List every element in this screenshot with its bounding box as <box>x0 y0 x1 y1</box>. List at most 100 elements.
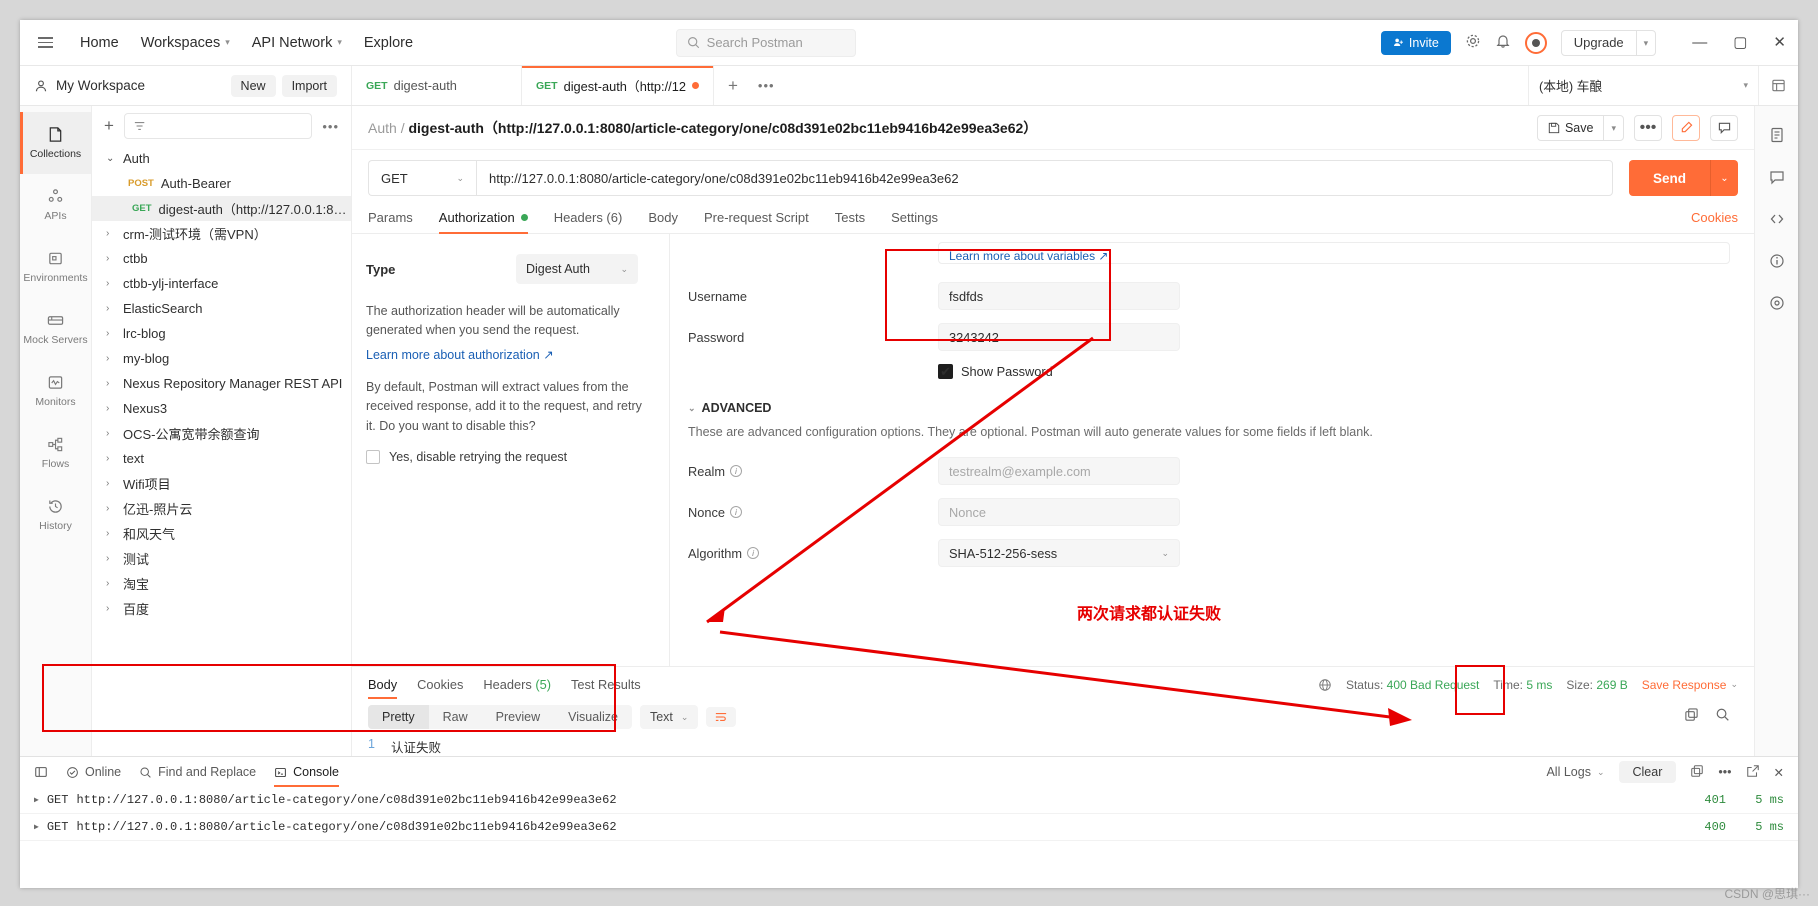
edit-pencil-icon[interactable] <box>1672 114 1700 141</box>
username-input[interactable]: fsdfds <box>938 282 1180 310</box>
format-pretty-button[interactable]: Pretty <box>368 705 429 729</box>
sidebar-item-flows[interactable]: Flows <box>20 422 91 484</box>
disable-retry-checkbox[interactable] <box>366 449 380 464</box>
tree-row-my-blog[interactable]: › my-blog <box>92 346 351 371</box>
tree-row-baidu[interactable]: › 百度 <box>92 596 351 621</box>
save-button[interactable]: Save <box>1538 121 1604 135</box>
tab-authorization[interactable]: Authorization <box>438 210 528 234</box>
sidebar-item-collections[interactable]: Collections <box>20 112 91 174</box>
new-tab-button[interactable]: + <box>714 66 752 105</box>
tree-row-digest-auth[interactable]: GET digest-auth（http://127.0.0.1:80... <box>92 196 351 221</box>
show-password-row[interactable]: ✔ Show Password <box>938 364 1730 379</box>
workspace-selector[interactable]: My Workspace New Import <box>20 66 352 105</box>
maximize-icon[interactable]: ▢ <box>1733 35 1747 50</box>
learn-more-authorization-link[interactable]: Learn more about authorization ↗ <box>366 347 554 362</box>
info-circle-icon[interactable] <box>1755 240 1798 282</box>
tree-row-hefeng[interactable]: › 和风天气 <box>92 521 351 546</box>
tab-tests[interactable]: Tests <box>835 210 865 233</box>
tab-headers[interactable]: Headers (6) <box>554 210 623 233</box>
tree-row-taobao[interactable]: › 淘宝 <box>92 571 351 596</box>
menu-item-workspaces[interactable]: Workspaces ▾ <box>141 35 230 51</box>
save-chevron-down-icon[interactable]: ▾ <box>1603 115 1623 140</box>
copy-icon[interactable] <box>1690 764 1704 781</box>
url-input[interactable]: http://127.0.0.1:8080/article-category/o… <box>476 160 1613 196</box>
find-and-replace-button[interactable]: Find and Replace <box>139 757 256 787</box>
algorithm-select[interactable]: SHA-512-256-sess ⌄ <box>938 539 1180 567</box>
format-visualize-button[interactable]: Visualize <box>554 705 632 729</box>
collections-filter-input[interactable] <box>123 113 313 139</box>
cookies-link[interactable]: Cookies <box>1691 210 1738 233</box>
documentation-icon[interactable] <box>1755 114 1798 156</box>
console-log-row[interactable]: ▶ GET http://127.0.0.1:8080/article-cate… <box>20 814 1798 841</box>
tree-row-ocs[interactable]: › OCS-公寓宽带余额查询 <box>92 421 351 446</box>
request-tab-1[interactable]: GET digest-auth <box>352 66 522 105</box>
realm-input[interactable]: testrealm@example.com <box>938 457 1180 485</box>
sidebar-item-monitors[interactable]: Monitors <box>20 360 91 422</box>
related-requests-icon[interactable] <box>1755 282 1798 324</box>
send-button[interactable]: Send <box>1628 160 1710 196</box>
upgrade-button[interactable]: Upgrade <box>1562 35 1636 50</box>
response-tab-body[interactable]: Body <box>368 677 398 699</box>
content-type-select[interactable]: Text ⌄ <box>639 705 699 729</box>
tree-row-ctbb[interactable]: › ctbb <box>92 246 351 271</box>
search-input[interactable]: Search Postman <box>675 28 856 57</box>
nonce-input[interactable]: Nonce <box>938 498 1180 526</box>
upgrade-chevron-down-icon[interactable]: ▾ <box>1635 30 1656 55</box>
tab-params[interactable]: Params <box>368 210 413 233</box>
send-chevron-down-icon[interactable]: ⌄ <box>1710 160 1738 196</box>
format-raw-button[interactable]: Raw <box>429 705 482 729</box>
hamburger-icon[interactable] <box>32 37 62 48</box>
search-icon[interactable] <box>1715 707 1730 727</box>
tree-row-crm[interactable]: › crm-测试环境（需VPN） <box>92 221 351 246</box>
console-log-row[interactable]: ▶ GET http://127.0.0.1:8080/article-cate… <box>20 787 1798 814</box>
variables-hint[interactable]: Learn more about variables ↗ <box>938 242 1730 264</box>
password-input[interactable]: 3243242 <box>938 323 1180 351</box>
info-icon[interactable]: i <box>747 547 760 559</box>
info-icon[interactable]: i <box>730 506 742 518</box>
import-button[interactable]: Import <box>281 74 337 97</box>
format-preview-button[interactable]: Preview <box>482 705 554 729</box>
minimize-icon[interactable]: — <box>1692 35 1707 50</box>
response-tab-cookies[interactable]: Cookies <box>417 677 463 699</box>
environment-quicklook-icon[interactable] <box>1758 66 1798 105</box>
close-console-icon[interactable]: ✕ <box>1774 765 1784 780</box>
code-snippet-icon[interactable] <box>1755 198 1798 240</box>
expand-triangle-icon[interactable]: ▶ <box>34 822 39 832</box>
sidebar-item-apis[interactable]: APIs <box>20 174 91 236</box>
tree-row-wifi[interactable]: › Wifi项目 <box>92 471 351 496</box>
collections-options-icon[interactable]: ••• <box>322 119 339 134</box>
comments-icon[interactable] <box>1755 156 1798 198</box>
sidebar-item-history[interactable]: History <box>20 484 91 546</box>
environment-selector[interactable]: (本地) 车酿 ▾ <box>1528 66 1758 105</box>
wrap-lines-icon[interactable] <box>706 707 737 727</box>
expand-triangle-icon[interactable]: ▶ <box>34 795 39 805</box>
open-in-new-window-icon[interactable] <box>1746 764 1760 781</box>
request-tab-2[interactable]: GET digest-auth（http://12 <box>522 66 714 105</box>
tree-row-elasticsearch[interactable]: › ElasticSearch <box>92 296 351 321</box>
menu-item-api-network[interactable]: API Network ▾ <box>252 35 342 51</box>
method-select[interactable]: GET ⌄ <box>368 160 476 196</box>
breadcrumb-parent[interactable]: Auth <box>368 120 397 136</box>
comment-icon[interactable] <box>1710 114 1738 141</box>
console-tab[interactable]: Console <box>274 757 339 787</box>
info-icon[interactable]: i <box>729 465 742 477</box>
bell-icon[interactable] <box>1495 33 1511 52</box>
copy-icon[interactable] <box>1684 707 1699 727</box>
response-tab-headers[interactable]: Headers (5) <box>483 677 551 699</box>
gear-icon[interactable] <box>1465 33 1481 52</box>
account-avatar-icon[interactable] <box>1524 31 1547 54</box>
tree-row-auth-bearer[interactable]: POST Auth-Bearer <box>92 171 351 196</box>
invite-button[interactable]: Invite <box>1380 30 1451 55</box>
show-password-checkbox[interactable]: ✔ <box>938 364 953 379</box>
more-options-icon[interactable]: ••• <box>1634 114 1662 141</box>
menu-item-explore[interactable]: Explore <box>364 35 413 51</box>
disable-retry-row[interactable]: Yes, disable retrying the request <box>366 449 649 464</box>
tab-settings[interactable]: Settings <box>891 210 938 233</box>
close-icon[interactable]: ✕ <box>1773 35 1786 50</box>
clear-console-button[interactable]: Clear <box>1618 761 1677 783</box>
sidebar-item-mock-servers[interactable]: Mock Servers <box>20 298 91 360</box>
tree-row-text[interactable]: › text <box>92 446 351 471</box>
tab-pre-request-script[interactable]: Pre-request Script <box>704 210 809 233</box>
tree-row-nexus3[interactable]: › Nexus3 <box>92 396 351 421</box>
tree-row-yixun[interactable]: › 亿迅-照片云 <box>92 496 351 521</box>
